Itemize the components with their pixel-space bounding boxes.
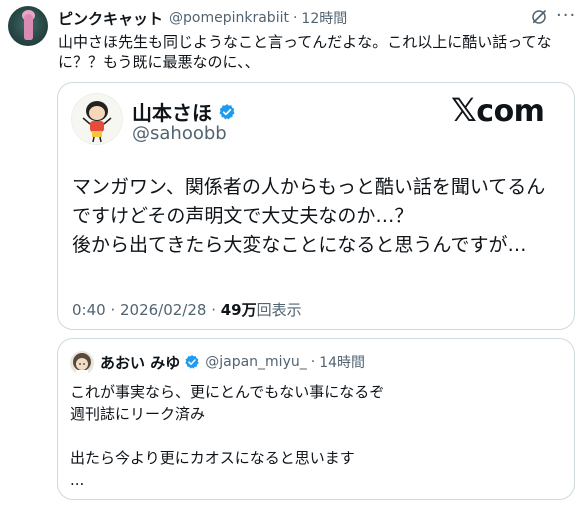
cartoon-girl-icon: [82, 101, 112, 143]
grok-icon[interactable]: [530, 8, 548, 26]
author-avatar[interactable]: [8, 6, 48, 46]
card-meta-views-label: 回表示: [256, 301, 302, 319]
card-post-meta: 0:40 · 2026/02/28 · 49万回表示: [72, 299, 302, 320]
anime-girl-icon: [73, 353, 91, 375]
quote-author-handle: @japan_miyu_: [205, 354, 307, 370]
card-meta-time: 0:40 · 2026/02/28 ·: [72, 301, 221, 319]
card-author-handle: @sahoobb: [132, 123, 227, 144]
quote-text-line: ...: [70, 471, 85, 489]
author-display-name[interactable]: ピンクキャット: [58, 8, 163, 29]
quote-header: あおい みゆ @japan_miyu_ · 14時間: [100, 352, 365, 372]
card-text-line: マンガワン、関係者の人からもっと酷い話を聞いてるん: [72, 176, 546, 198]
quote-author-name: あおい みゆ: [100, 353, 181, 372]
quote-text: これが事実なら、更にとんでもない事になるぞ 週刊誌にリーク済み 出たら今より更に…: [70, 381, 384, 491]
verified-badge-icon: [185, 355, 199, 369]
quoted-post[interactable]: あおい みゆ @japan_miyu_ · 14時間 これが事実なら、更にとんで…: [57, 338, 575, 500]
avatar-figure-body: [24, 14, 33, 40]
tweet-text: 山中さほ先生も同じようなこと言ってんだよな。これ以上に酷い話ってな に？？もう既…: [58, 32, 568, 72]
header-separator: ·: [292, 10, 298, 26]
card-meta-views: 49万: [220, 301, 257, 319]
author-handle[interactable]: @pomepinkrabiit: [169, 10, 289, 26]
more-options-icon[interactable]: ···: [556, 5, 576, 26]
quote-text-line: これが事実なら、更にとんでもない事になるぞ: [70, 383, 385, 401]
tweet-header: ピンクキャット @pomepinkrabiit · 12時間: [58, 8, 347, 28]
card-post-text: マンガワン、関係者の人からもっと酷い話を聞いてるん ですけどその声明文で大丈夫な…: [72, 173, 545, 260]
embedded-post-card[interactable]: 山本さほ @sahoobb 𝕏com マンガワン、関係者の人からもっと酷い話を聞…: [57, 82, 575, 330]
card-author-avatar: [71, 93, 123, 145]
quote-separator: ·: [310, 354, 316, 370]
quote-timestamp: 14時間: [319, 355, 366, 371]
quote-text-line: [70, 425, 384, 447]
verified-badge-icon: [219, 103, 235, 119]
tweet-text-line: に？？もう既に最悪なのに、、: [58, 53, 260, 71]
x-com-suffix: com: [476, 94, 545, 129]
card-text-line: ですけどその声明文で大丈夫なのか…？: [72, 205, 414, 227]
quote-text-line: 出たら今より更にカオスになると思います: [70, 449, 355, 467]
x-com-logo: 𝕏com: [451, 91, 545, 129]
quote-text-line: 週刊誌にリーク済み: [70, 405, 206, 423]
quote-author-avatar: [70, 351, 94, 375]
card-author-name: 山本さほ: [132, 101, 212, 125]
x-logo-icon: 𝕏: [451, 91, 477, 129]
card-author-name-row: 山本さほ: [132, 97, 236, 126]
tweet-text-line: 山中さほ先生も同じようなこと言ってんだよな。これ以上に酷い話ってな: [58, 33, 552, 51]
card-text-line: 後から出てきたら大変なことになると思うんですが…: [72, 234, 527, 256]
tweet-timestamp[interactable]: 12時間: [301, 8, 347, 28]
